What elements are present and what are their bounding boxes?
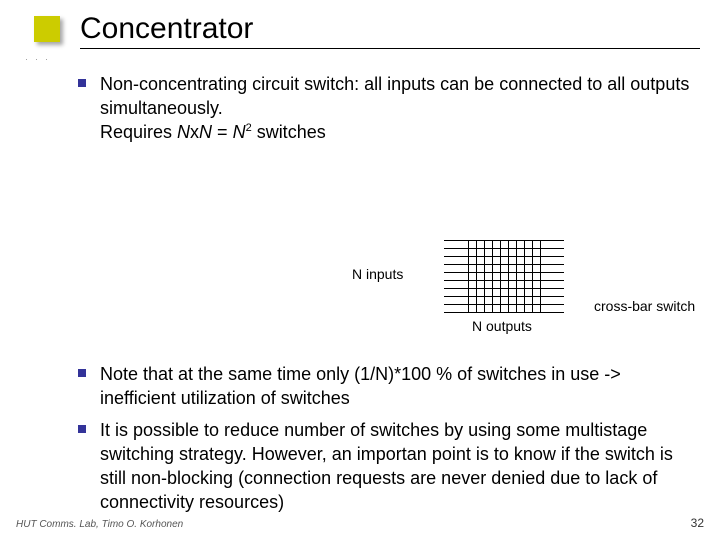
lower-bullets: Note that at the same time only (1/N)*10… (78, 362, 690, 522)
slide: Concentrator · · · Non-concentrating cir… (0, 0, 720, 540)
bullet-3: It is possible to reduce number of switc… (78, 418, 690, 514)
crossbar-caption: cross-bar switch (594, 298, 695, 314)
formula-eq: = (212, 122, 233, 142)
formula-rhs: N (199, 122, 212, 142)
formula-n: N (233, 122, 246, 142)
slide-body: Non-concentrating circuit switch: all in… (78, 72, 690, 500)
crossbar-grid (444, 240, 564, 312)
bullet-3-text: It is possible to reduce number of switc… (100, 420, 673, 512)
bullet-icon (78, 79, 86, 87)
n-outputs-label: N outputs (472, 318, 532, 334)
formula-prefix: Requires (100, 122, 177, 142)
title-dots-decoration: · · · (22, 58, 52, 63)
bullet-2-text: Note that at the same time only (1/N)*10… (100, 364, 621, 408)
formula-dot: x (190, 122, 199, 142)
title-accent-square (34, 16, 60, 42)
bullet-1-text: Non-concentrating circuit switch: all in… (100, 74, 689, 118)
bullet-2: Note that at the same time only (1/N)*10… (78, 362, 690, 410)
slide-title: Concentrator (80, 12, 253, 46)
title-bar: Concentrator · · · (0, 14, 720, 58)
formula-lhs: N (177, 122, 190, 142)
n-inputs-label: N inputs (352, 266, 403, 282)
bullet-1: Non-concentrating circuit switch: all in… (78, 72, 690, 144)
formula-suffix: switches (252, 122, 326, 142)
bullet-icon (78, 425, 86, 433)
crossbar-diagram: N inputs (338, 236, 718, 356)
bullet-icon (78, 369, 86, 377)
page-number: 32 (691, 516, 704, 530)
title-underline (80, 48, 700, 49)
footer-text: HUT Comms. Lab, Timo O. Korhonen (16, 519, 183, 530)
formula: Requires NxN = N2 switches (100, 122, 326, 142)
